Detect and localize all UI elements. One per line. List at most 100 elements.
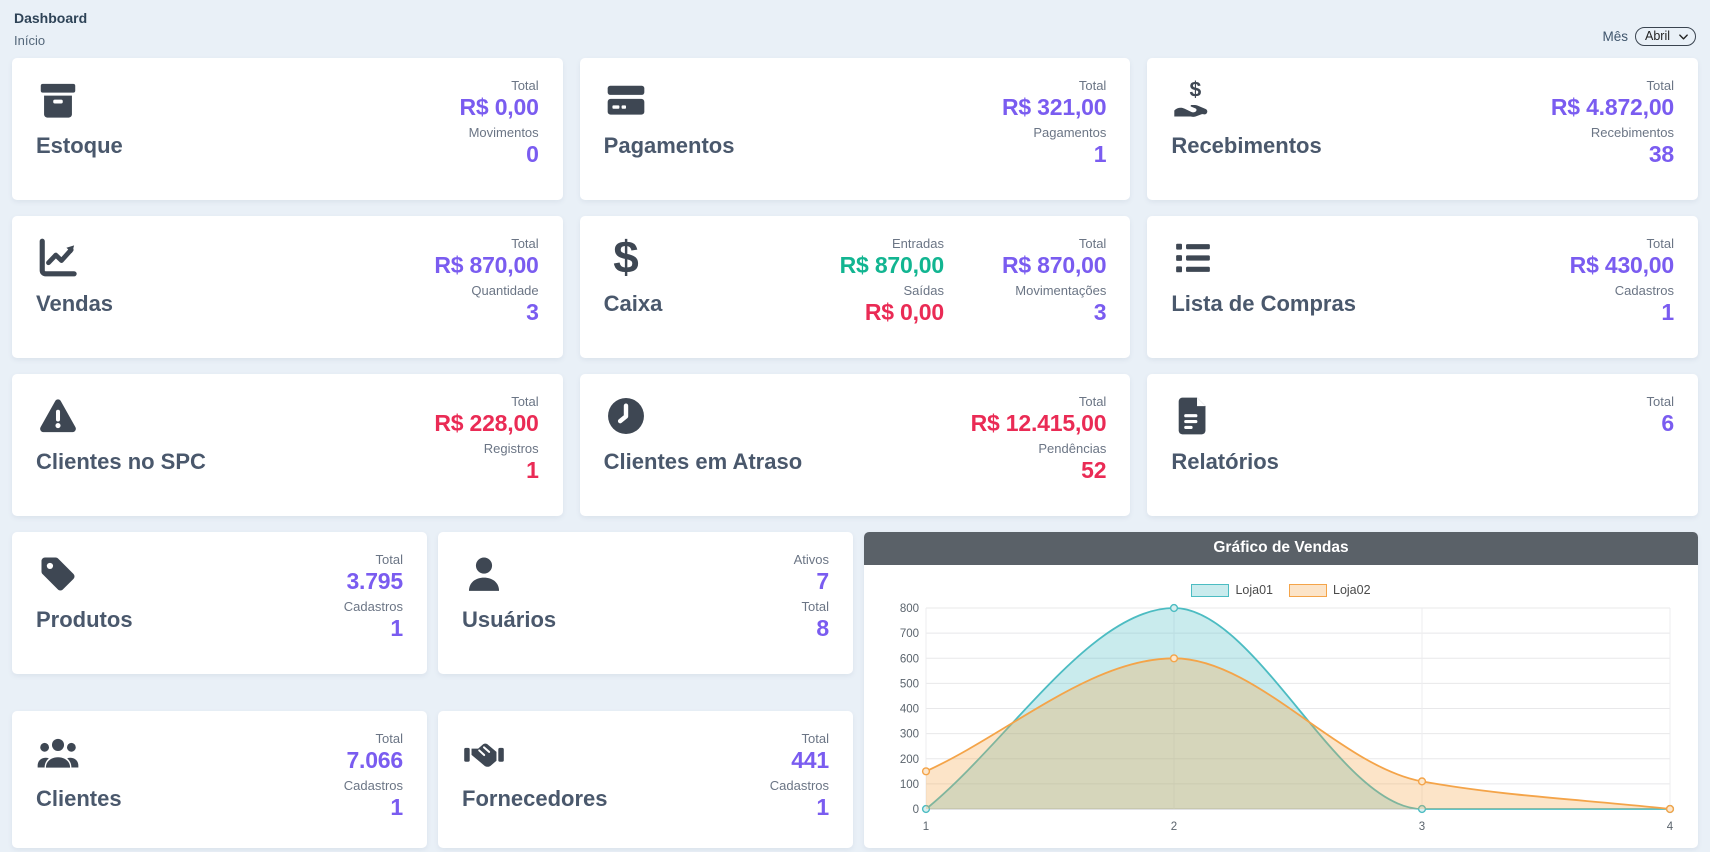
legend-label: Loja01 — [1235, 583, 1273, 597]
clock-icon — [604, 394, 648, 438]
card-relatorios[interactable]: Relatórios Total6 — [1147, 374, 1698, 516]
stat-column: Total7.066Cadastros1 — [344, 731, 403, 834]
card-lista-de-compras[interactable]: Lista de ComprasTotalR$ 430,00Cadastros1 — [1147, 216, 1698, 358]
stat-column: TotalR$ 321,00Pagamentos1 — [1002, 78, 1106, 186]
card-left: $ Caixa — [604, 236, 663, 344]
stat-label: Total — [376, 731, 403, 746]
stat-label: Recebimentos — [1591, 125, 1674, 140]
legend-label: Loja02 — [1333, 583, 1371, 597]
card-clientes-em-atraso[interactable]: Clientes em Atraso TotalR$ 12.415,00Pendê… — [580, 374, 1131, 516]
user-icon — [462, 552, 506, 596]
stat-label: Entradas — [892, 236, 944, 251]
card-stats: TotalR$ 321,00Pagamentos1 — [1002, 78, 1106, 186]
legend-swatch — [1191, 584, 1229, 597]
stat-value: R$ 870,00 — [434, 252, 538, 279]
stat-value: 8 — [816, 615, 829, 642]
stat-value: 1 — [1661, 299, 1674, 326]
stat-value: R$ 12.415,00 — [971, 410, 1107, 437]
card-title: Clientes — [36, 786, 122, 812]
svg-text:1: 1 — [923, 821, 929, 833]
stat-label: Movimentos — [469, 125, 539, 140]
card-stats: TotalR$ 228,00Registros1 — [434, 394, 538, 502]
card-left: $Recebimentos — [1171, 78, 1321, 186]
stat-label: Total — [376, 552, 403, 567]
card-produtos[interactable]: ProdutosTotal3.795Cadastros1 — [12, 532, 427, 674]
sales-chart: 01002003004005006007008001234 — [878, 599, 1684, 837]
stat-label: Total — [1079, 394, 1106, 409]
stat-column: TotalR$ 0,00Movimentos0 — [460, 78, 539, 186]
stat-value: 6 — [1661, 410, 1674, 437]
stat-label: Ativos — [794, 552, 829, 567]
stat-value: 1 — [1094, 141, 1107, 168]
card-stats: Total7.066Cadastros1 — [344, 731, 403, 834]
page-title: Dashboard — [14, 10, 87, 26]
stat-label: Saídas — [904, 283, 944, 298]
card-stats: TotalR$ 0,00Movimentos0 — [460, 78, 539, 186]
stat-value: 1 — [816, 794, 829, 821]
card-stats: Total6 — [1647, 394, 1674, 502]
svg-text:100: 100 — [900, 779, 919, 791]
stat-value: R$ 870,00 — [840, 252, 944, 279]
stat-column: Total6 — [1647, 394, 1674, 502]
svg-text:300: 300 — [900, 729, 919, 741]
svg-text:200: 200 — [900, 754, 919, 766]
card-stats: Ativos7Total8 — [794, 552, 829, 660]
card-clientes[interactable]: Clientes Total7.066Cadastros1 — [12, 711, 427, 848]
stat-value: R$ 870,00 — [1002, 252, 1106, 279]
stat-value: 1 — [526, 457, 539, 484]
legend-item-loja01[interactable]: Loja01 — [1191, 583, 1273, 597]
stat-value: 38 — [1649, 141, 1674, 168]
chart-body: Loja01Loja02 010020030040050060070080012… — [864, 565, 1698, 848]
handshake-icon — [462, 731, 506, 775]
page-header-titles: Dashboard Início — [14, 10, 87, 48]
card-usuarios[interactable]: Usuários Ativos7Total8 — [438, 532, 853, 674]
card-title: Caixa — [604, 291, 663, 317]
card-clientes-no-spc[interactable]: Clientes no SPC TotalR$ 228,00Registros1 — [12, 374, 563, 516]
card-stats: TotalR$ 4.872,00Recebimentos38 — [1551, 78, 1674, 186]
cards-grid-bottom: Gráfico de Vendas Loja01Loja02 010020030… — [12, 532, 1698, 848]
stat-label: Total — [1647, 394, 1674, 409]
card-stats: TotalR$ 12.415,00Pendências52 — [971, 394, 1107, 502]
svg-text:$: $ — [1190, 78, 1202, 101]
card-caixa[interactable]: $CaixaEntradasR$ 870,00SaídasR$ 0,00Tota… — [580, 216, 1131, 358]
stat-value: R$ 0,00 — [460, 94, 539, 121]
chart-legend: Loja01 Loja02 — [1191, 583, 1370, 597]
card-title: Relatórios — [1171, 449, 1279, 475]
svg-text:600: 600 — [900, 653, 919, 665]
stat-value: 1 — [390, 615, 403, 642]
stat-label: Cadastros — [770, 778, 829, 793]
month-filter: Mês Abril — [1602, 27, 1696, 46]
month-select[interactable]: Abril — [1635, 27, 1696, 46]
card-left: Clientes em Atraso — [604, 394, 802, 502]
svg-text:700: 700 — [900, 628, 919, 640]
list-icon — [1171, 236, 1215, 280]
card-title: Usuários — [462, 607, 556, 633]
chart-line-icon — [36, 236, 80, 280]
card-left: Clientes — [36, 731, 122, 834]
card-estoque[interactable]: EstoqueTotalR$ 0,00Movimentos0 — [12, 58, 563, 200]
svg-text:$: $ — [613, 236, 639, 280]
card-fornecedores[interactable]: FornecedoresTotal441Cadastros1 — [438, 711, 853, 848]
card-recebimentos[interactable]: $RecebimentosTotalR$ 4.872,00Recebimento… — [1147, 58, 1698, 200]
cards-grid-top: EstoqueTotalR$ 0,00Movimentos0Pagamentos… — [12, 58, 1698, 516]
card-pagamentos[interactable]: PagamentosTotalR$ 321,00Pagamentos1 — [580, 58, 1131, 200]
card-left: Produtos — [36, 552, 133, 660]
stat-value: R$ 321,00 — [1002, 94, 1106, 121]
stat-label: Total — [802, 599, 829, 614]
card-vendas[interactable]: VendasTotalR$ 870,00Quantidade3 — [12, 216, 563, 358]
file-lines-icon — [1171, 394, 1215, 438]
hand-holding-dollar-icon: $ — [1171, 78, 1215, 122]
card-title: Clientes em Atraso — [604, 449, 802, 475]
svg-text:4: 4 — [1667, 821, 1674, 833]
stat-column: TotalR$ 228,00Registros1 — [434, 394, 538, 502]
dashboard-page: Dashboard Início Mês Abril EstoqueTotalR… — [0, 0, 1710, 848]
stat-label: Movimentações — [1015, 283, 1106, 298]
card-left: Clientes no SPC — [36, 394, 206, 502]
svg-text:800: 800 — [900, 603, 919, 615]
stat-label: Total — [1647, 78, 1674, 93]
card-title: Vendas — [36, 291, 113, 317]
month-select-wrap: Abril — [1635, 27, 1696, 46]
legend-item-loja02[interactable]: Loja02 — [1289, 583, 1371, 597]
stat-value: 52 — [1081, 457, 1106, 484]
stat-value: R$ 228,00 — [434, 410, 538, 437]
